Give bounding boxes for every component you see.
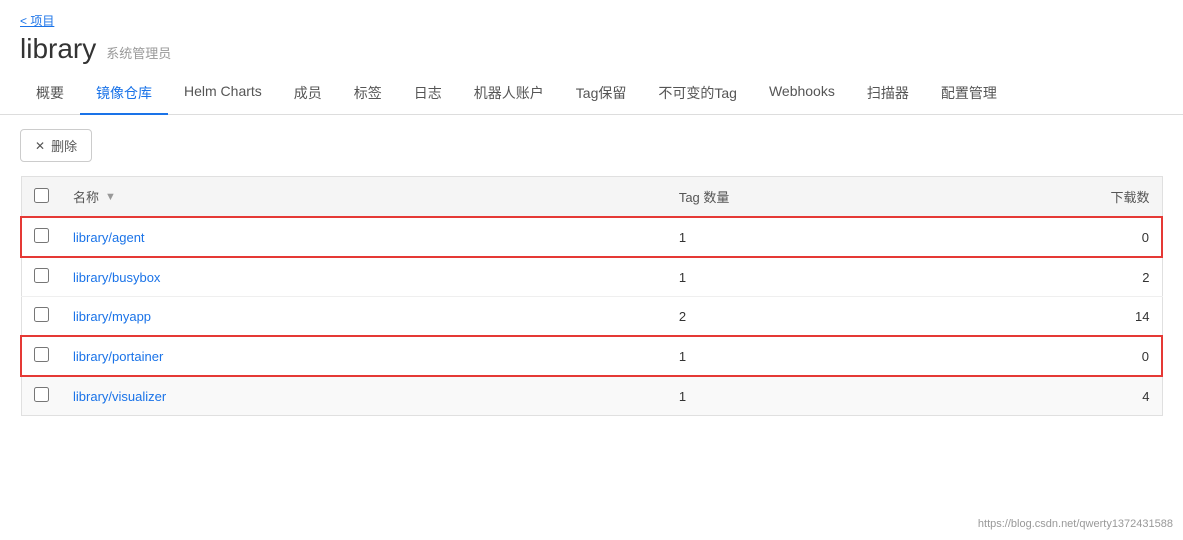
repositories-table: 名称 ▼ Tag 数量 下载数 library/agent 1 0 xyxy=(20,176,1163,416)
header-checkbox-cell xyxy=(21,177,61,218)
row-name-visualizer: library/visualizer xyxy=(61,376,667,416)
delete-button[interactable]: ✕ 删除 xyxy=(20,129,92,162)
table-body: library/agent 1 0 library/busybox 1 2 li… xyxy=(21,217,1162,416)
toolbar: ✕ 删除 xyxy=(0,115,1183,176)
row-checkbox-cell xyxy=(21,217,61,257)
nav-tabs: 概要镜像仓库Helm Charts成员标签日志机器人账户Tag保留不可变的Tag… xyxy=(0,73,1183,115)
row-checkbox-visualizer[interactable] xyxy=(34,387,49,402)
row-downloads-myapp: 14 xyxy=(942,297,1162,337)
page-title: library xyxy=(20,33,96,65)
nav-tab-overview[interactable]: 概要 xyxy=(20,73,80,115)
nav-tab-config[interactable]: 配置管理 xyxy=(925,73,1013,115)
nav-tab-helm[interactable]: Helm Charts xyxy=(168,73,278,115)
nav-tab-tags[interactable]: 标签 xyxy=(338,73,398,115)
row-checkbox-portainer[interactable] xyxy=(34,347,49,362)
row-checkbox-cell xyxy=(21,376,61,416)
row-checkbox-myapp[interactable] xyxy=(34,307,49,322)
back-link[interactable]: < 项目 xyxy=(0,0,1183,33)
row-name-myapp: library/myapp xyxy=(61,297,667,337)
repo-link-myapp[interactable]: library/myapp xyxy=(73,309,151,324)
header-downloads: 下载数 xyxy=(942,177,1162,218)
repo-link-portainer[interactable]: library/portainer xyxy=(73,349,163,364)
row-name-portainer: library/portainer xyxy=(61,336,667,376)
row-name-agent: library/agent xyxy=(61,217,667,257)
filter-icon[interactable]: ▼ xyxy=(105,191,116,203)
table-row: library/myapp 2 14 xyxy=(21,297,1162,337)
nav-tab-webhooks[interactable]: Webhooks xyxy=(753,73,851,115)
nav-tab-immutable[interactable]: 不可变的Tag xyxy=(642,73,753,115)
page-header: library 系统管理员 xyxy=(0,33,1183,73)
table-row: library/busybox 1 2 xyxy=(21,257,1162,297)
repo-link-visualizer[interactable]: library/visualizer xyxy=(73,389,166,404)
row-downloads-portainer: 0 xyxy=(942,336,1162,376)
nav-tab-tagreserve[interactable]: Tag保留 xyxy=(560,73,643,115)
row-downloads-agent: 0 xyxy=(942,217,1162,257)
header-tags: Tag 数量 xyxy=(667,177,942,218)
row-checkbox-cell xyxy=(21,297,61,337)
watermark: https://blog.csdn.net/qwerty1372431588 xyxy=(978,518,1173,530)
nav-tab-registry[interactable]: 镜像仓库 xyxy=(80,73,168,115)
repo-link-busybox[interactable]: library/busybox xyxy=(73,270,160,285)
row-checkbox-cell xyxy=(21,336,61,376)
row-downloads-visualizer: 4 xyxy=(942,376,1162,416)
table-row: library/visualizer 1 4 xyxy=(21,376,1162,416)
table-row: library/agent 1 0 xyxy=(21,217,1162,257)
row-name-busybox: library/busybox xyxy=(61,257,667,297)
row-tags-visualizer: 1 xyxy=(667,376,942,416)
row-checkbox-busybox[interactable] xyxy=(34,268,49,283)
x-icon: ✕ xyxy=(35,139,45,153)
table-container: 名称 ▼ Tag 数量 下载数 library/agent 1 0 xyxy=(0,176,1183,416)
table-row: library/portainer 1 0 xyxy=(21,336,1162,376)
row-checkbox-agent[interactable] xyxy=(34,228,49,243)
delete-label: 删除 xyxy=(51,136,77,155)
table-header-row: 名称 ▼ Tag 数量 下载数 xyxy=(21,177,1162,218)
repo-link-agent[interactable]: library/agent xyxy=(73,230,145,245)
header-name: 名称 ▼ xyxy=(61,177,667,218)
row-downloads-busybox: 2 xyxy=(942,257,1162,297)
row-tags-portainer: 1 xyxy=(667,336,942,376)
row-tags-busybox: 1 xyxy=(667,257,942,297)
row-tags-myapp: 2 xyxy=(667,297,942,337)
nav-tab-members[interactable]: 成员 xyxy=(278,73,338,115)
row-tags-agent: 1 xyxy=(667,217,942,257)
select-all-checkbox[interactable] xyxy=(34,188,49,203)
page-subtitle: 系统管理员 xyxy=(106,43,171,62)
row-checkbox-cell xyxy=(21,257,61,297)
nav-tab-logs[interactable]: 日志 xyxy=(398,73,458,115)
nav-tab-robot[interactable]: 机器人账户 xyxy=(458,73,560,115)
nav-tab-scanners[interactable]: 扫描器 xyxy=(851,73,925,115)
